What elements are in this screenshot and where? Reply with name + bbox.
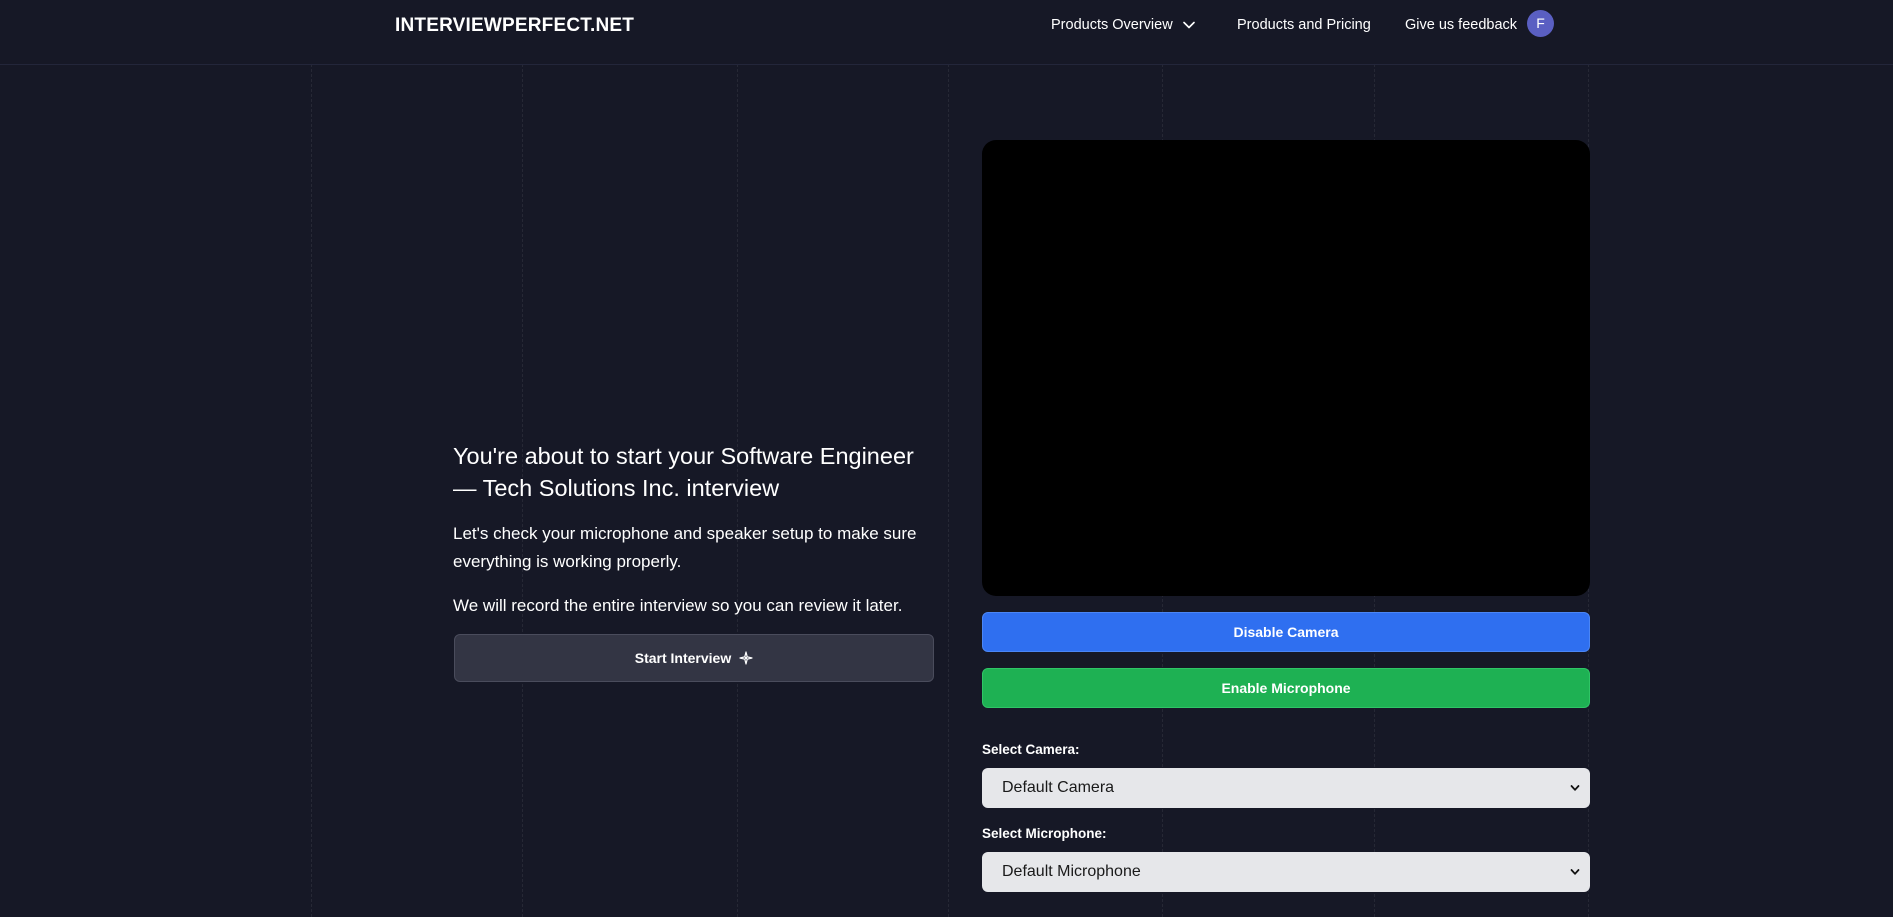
camera-preview <box>982 140 1590 596</box>
sparkle-icon <box>739 651 753 665</box>
chevron-down-icon <box>1570 869 1580 875</box>
microphone-select[interactable]: Default Microphone <box>982 852 1590 892</box>
site-logo[interactable]: INTERVIEWPERFECT.NET <box>395 15 634 37</box>
nav-products-pricing[interactable]: Products and Pricing <box>1237 17 1371 33</box>
interview-intro: You're about to start your Software Engi… <box>453 440 935 620</box>
nav-products-overview[interactable]: Products Overview <box>1051 17 1195 33</box>
disable-camera-button[interactable]: Disable Camera <box>982 612 1590 652</box>
start-interview-button[interactable]: Start Interview <box>454 634 934 682</box>
background-grid-lines <box>0 0 1893 917</box>
camera-select-label: Select Camera: <box>982 742 1080 757</box>
user-avatar[interactable]: F <box>1527 10 1554 37</box>
nav-give-feedback[interactable]: Give us feedback <box>1405 17 1517 33</box>
microphone-select-label: Select Microphone: <box>982 826 1107 841</box>
page-title: You're about to start your Software Engi… <box>453 443 914 501</box>
enable-microphone-button[interactable]: Enable Microphone <box>982 668 1590 708</box>
nav-products-overview-label: Products Overview <box>1051 17 1173 33</box>
start-interview-label: Start Interview <box>634 650 732 666</box>
recording-notice: We will record the entire interview so y… <box>453 596 903 615</box>
microphone-select-value: Default Microphone <box>1002 863 1141 880</box>
camera-select[interactable]: Default Camera <box>982 768 1590 808</box>
setup-check-text: Let's check your microphone and speaker … <box>453 524 917 571</box>
chevron-down-icon <box>1570 785 1580 791</box>
chevron-down-icon <box>1182 21 1195 29</box>
camera-select-value: Default Camera <box>1002 779 1115 796</box>
top-navbar: INTERVIEWPERFECT.NET Products Overview P… <box>0 0 1893 65</box>
